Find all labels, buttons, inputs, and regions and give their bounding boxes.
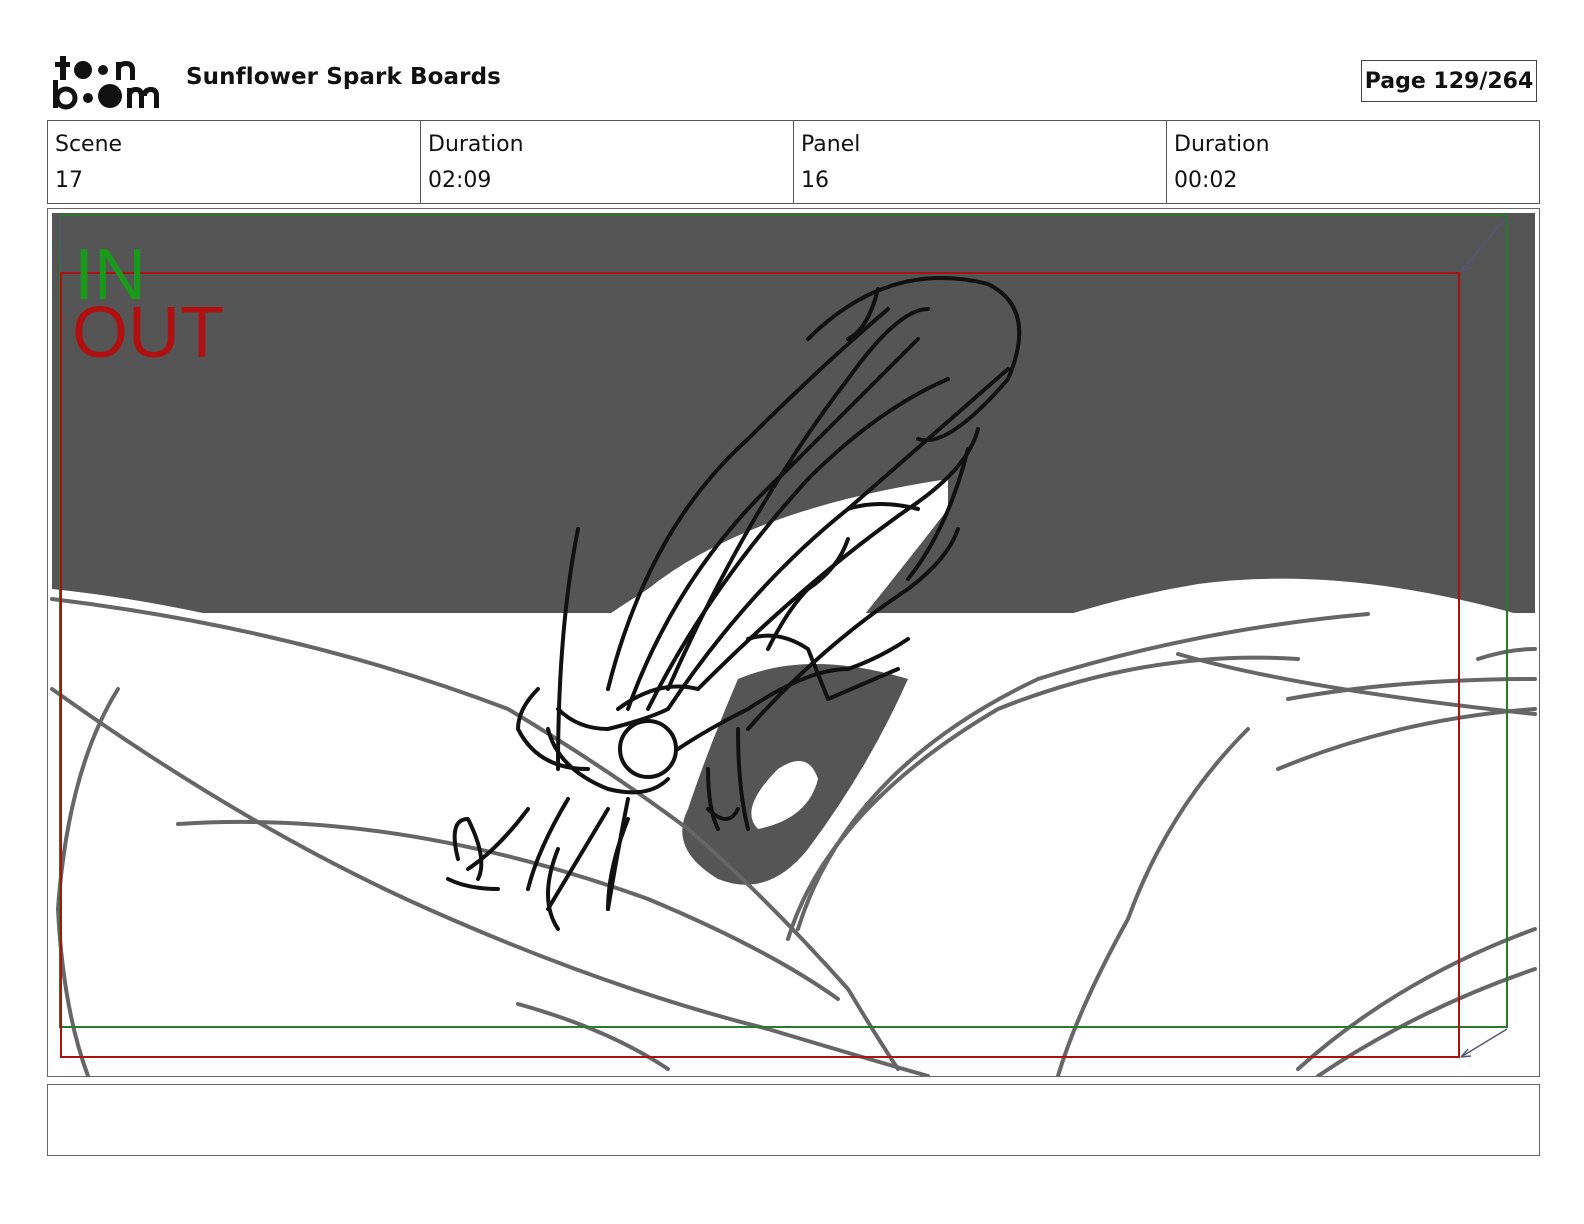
panel-drawing	[50, 213, 1537, 1076]
panel-duration-value: 00:02	[1174, 168, 1238, 193]
scene-duration-value: 02:09	[428, 168, 492, 193]
scene-duration-label: Duration	[428, 132, 524, 157]
storyboard-panel: IN OUT	[47, 208, 1540, 1077]
panel-notes-box[interactable]	[47, 1084, 1540, 1156]
scene-label: Scene	[55, 132, 123, 157]
panel-duration-label: Duration	[1174, 132, 1270, 157]
page-number: Page 129/264	[1361, 60, 1537, 102]
panel-cell: Panel 16	[794, 121, 1167, 203]
scene-duration-cell: Duration 02:09	[421, 121, 794, 203]
panel-value: 16	[801, 168, 829, 193]
panel-label: Panel	[801, 132, 861, 157]
scene-cell: Scene 17	[48, 121, 421, 203]
out-label: OUT	[72, 293, 224, 373]
project-title: Sunflower Spark Boards	[186, 64, 501, 90]
scene-info-table: Scene 17 Duration 02:09 Panel 16 Duratio…	[47, 120, 1540, 204]
toon-boom-logo	[53, 56, 159, 110]
scene-value: 17	[55, 168, 83, 193]
panel-duration-cell: Duration 00:02	[1167, 121, 1539, 203]
